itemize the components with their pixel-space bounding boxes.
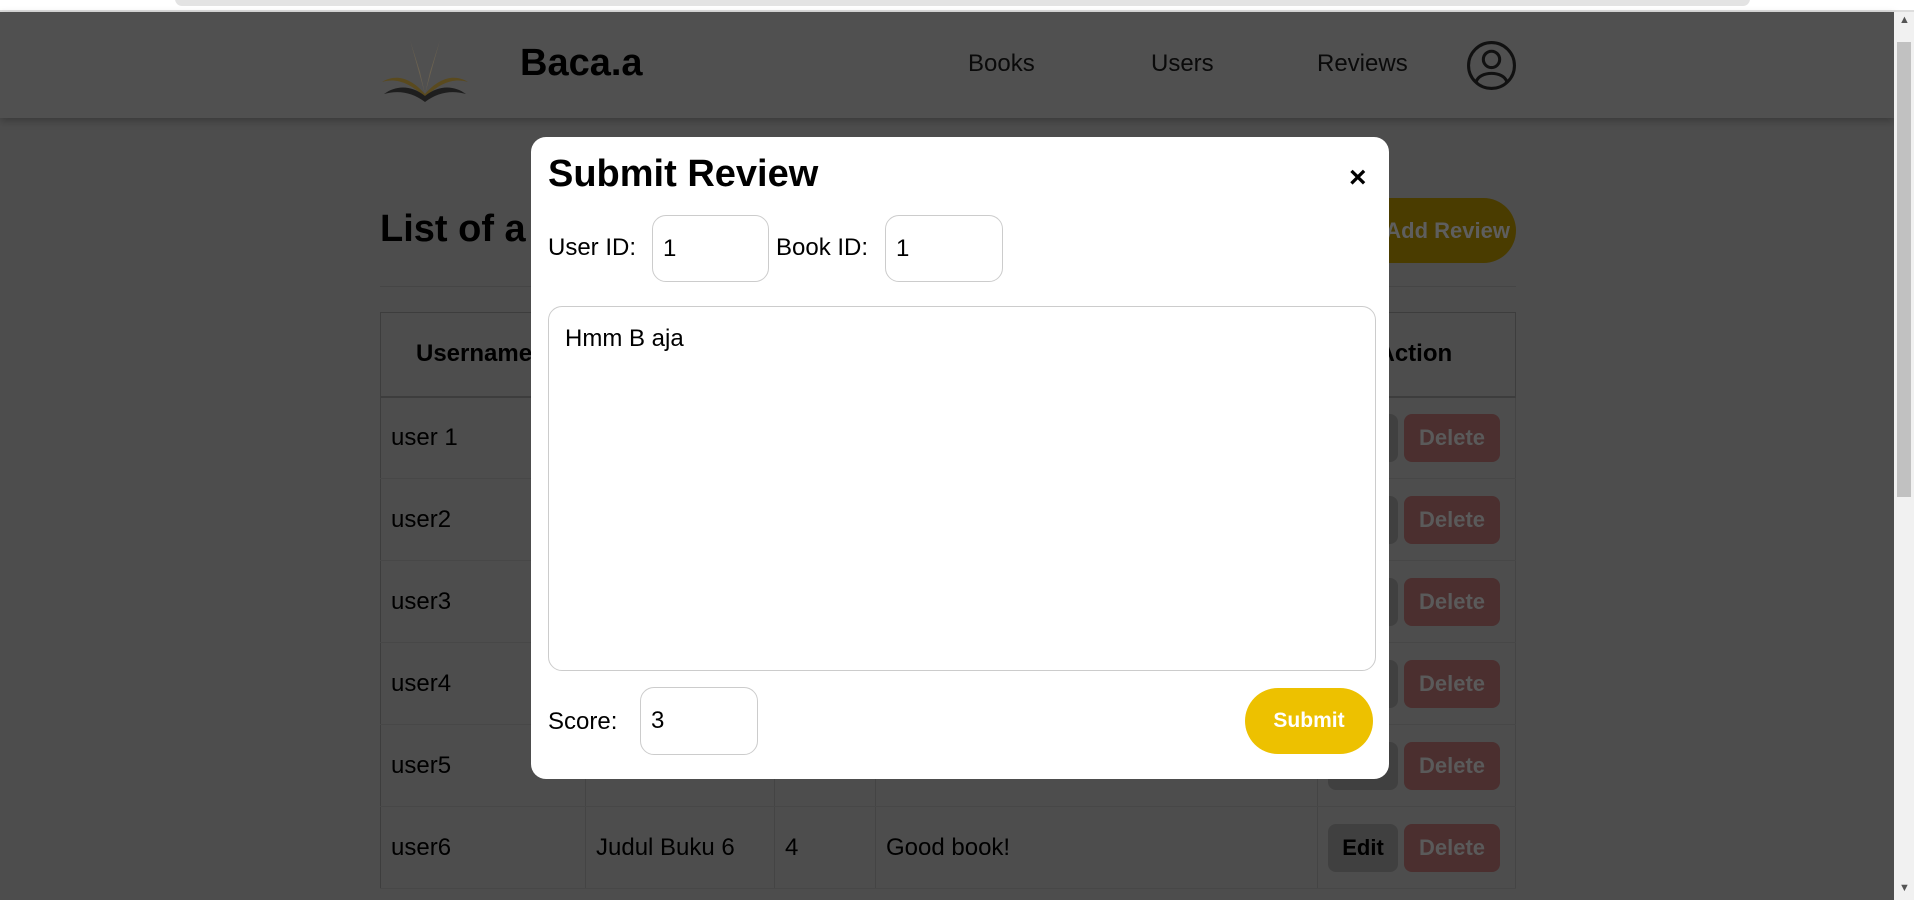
nav-books[interactable]: Books — [968, 50, 1035, 78]
nav-users[interactable]: Users — [1151, 50, 1214, 78]
close-icon[interactable]: × — [1349, 161, 1367, 195]
scrollbar-thumb[interactable] — [1897, 42, 1911, 497]
table-row: user6 Judul Buku 6 4 Good book! Edit Delete — [380, 806, 1516, 889]
cell-username: user6 — [380, 806, 586, 889]
open-book-logo-icon — [382, 40, 468, 102]
page-title: List of a — [380, 208, 526, 250]
page-scrollbar[interactable]: ▲ ▼ — [1894, 12, 1914, 900]
user-id-input[interactable]: 1 — [652, 215, 769, 282]
book-id-label: Book ID: — [776, 234, 869, 261]
cell-action: EditDelete — [1317, 806, 1516, 889]
cell-book: Judul Buku 6 — [585, 806, 775, 889]
submit-button[interactable]: Submit — [1245, 688, 1373, 754]
user-id-label: User ID: — [548, 234, 637, 261]
review-textarea[interactable]: Hmm B aja — [548, 306, 1376, 671]
submit-review-modal: Submit Review × User ID: 1 Book ID: 1 Hm… — [531, 137, 1389, 779]
cell-review: Good book! — [875, 806, 1318, 889]
scroll-up-icon[interactable]: ▲ — [1899, 14, 1910, 26]
score-label: Score: — [548, 708, 618, 735]
delete-button[interactable]: Delete — [1404, 659, 1500, 708]
site-header: Baca.a Books Users Reviews — [0, 12, 1894, 118]
delete-button[interactable]: Delete — [1404, 495, 1500, 544]
cell-score: 4 — [774, 806, 876, 889]
nav-reviews[interactable]: Reviews — [1317, 50, 1408, 78]
user-profile-icon[interactable] — [1466, 40, 1517, 91]
delete-button[interactable]: Delete — [1404, 413, 1500, 462]
browser-top-strip — [0, 0, 1914, 12]
book-id-input[interactable]: 1 — [885, 215, 1003, 282]
delete-button[interactable]: Delete — [1404, 741, 1500, 790]
brand-name[interactable]: Baca.a — [520, 42, 643, 85]
address-bar — [175, 0, 1750, 6]
delete-button[interactable]: Delete — [1404, 577, 1500, 626]
score-input[interactable]: 3 — [640, 687, 758, 755]
edit-button[interactable]: Edit — [1328, 823, 1398, 872]
scroll-down-icon[interactable]: ▼ — [1899, 882, 1910, 894]
delete-button[interactable]: Delete — [1404, 823, 1500, 872]
modal-title: Submit Review — [548, 153, 819, 195]
